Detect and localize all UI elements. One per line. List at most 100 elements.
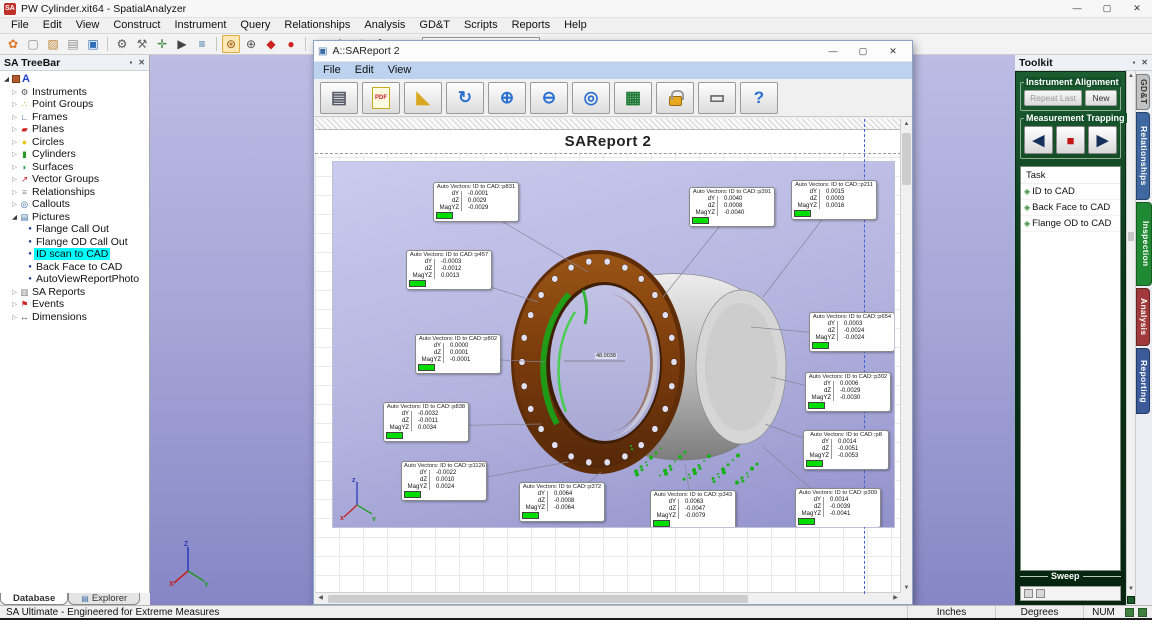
expand-icon[interactable]: ▷	[10, 88, 19, 96]
callout-p1126[interactable]: Auto Vectors: ID to CAD::p1126dY-0.0022d…	[401, 461, 487, 501]
callout-p457[interactable]: Auto Vectors: ID to CAD::p457dY-0.0003dZ…	[406, 250, 492, 290]
zoom-in-button[interactable]: ⊕	[488, 82, 526, 114]
pdf-export-button[interactable]: PDF	[362, 82, 400, 114]
scroll-up-icon[interactable]: ▲	[901, 119, 912, 130]
scroll-down-icon[interactable]: ▼	[901, 583, 912, 594]
expand-icon[interactable]: ▷	[10, 113, 19, 121]
watch-window-button[interactable]: ⊛	[222, 35, 240, 53]
scroll-up-icon[interactable]: ▲	[1126, 71, 1137, 82]
vector-group-button[interactable]: ◆	[262, 35, 280, 53]
maximize-button[interactable]: ▢	[1092, 0, 1122, 17]
report-page[interactable]: SAReport 2	[315, 119, 901, 594]
menu-reports[interactable]: Reports	[505, 18, 558, 33]
expand-icon[interactable]: ▷	[10, 300, 19, 308]
tree-item-relationships[interactable]: ▷≡Relationships	[10, 186, 149, 199]
expand-icon[interactable]: ▷	[10, 288, 19, 296]
excel-export-button[interactable]: ▦	[614, 82, 652, 114]
task-item-id-to-cad[interactable]: ◈ID to CAD	[1021, 184, 1120, 200]
menu-help[interactable]: Help	[557, 18, 594, 33]
pin-icon[interactable]: ▪	[129, 58, 132, 67]
scroll-thumb[interactable]	[1128, 232, 1134, 241]
expand-icon[interactable]: ▷	[10, 200, 19, 208]
new-file-button[interactable]: ▢	[24, 35, 42, 53]
next-task-button[interactable]: ▶	[1088, 126, 1117, 154]
tree-item-id-scan-to-cad[interactable]: ●ID scan to CAD	[26, 248, 149, 261]
unlock-button[interactable]	[656, 82, 694, 114]
tree-item-vector-groups[interactable]: ▷↗Vector Groups	[10, 173, 149, 186]
previous-task-button[interactable]: ◀	[1024, 126, 1053, 154]
side-tab-inspection[interactable]: Inspection	[1136, 202, 1152, 286]
close-button[interactable]: ✕	[1122, 0, 1152, 17]
open-file-button[interactable]: ▨	[44, 35, 62, 53]
tree-item-back-face-to-cad[interactable]: ●Back Face to CAD	[26, 261, 149, 274]
report-maximize-button[interactable]: ▢	[848, 43, 878, 60]
report-vertical-scrollbar[interactable]: ▲ ▼	[900, 119, 912, 594]
open-project-button[interactable]: ✿	[4, 35, 22, 53]
import-file-button[interactable]: ▤	[64, 35, 82, 53]
side-tab-reporting[interactable]: Reporting	[1136, 348, 1150, 414]
callout-p654[interactable]: Auto Vectors: ID to CAD::p654dY0.0003dZ-…	[809, 312, 895, 352]
minimize-button[interactable]: —	[1062, 0, 1092, 17]
tree-item-point-groups[interactable]: ▷∴Point Groups	[10, 98, 149, 111]
scroll-right-icon[interactable]: ▶	[890, 593, 901, 604]
help-button[interactable]: ?	[740, 82, 778, 114]
report-horizontal-scrollbar[interactable]: ◀ ▶	[315, 592, 901, 604]
run-measurement-button[interactable]: ▶	[173, 35, 191, 53]
callout-p391[interactable]: Auto Vectors: ID to CAD::p391dY0.0040dZ0…	[689, 187, 775, 227]
expand-icon[interactable]: ▷	[10, 100, 19, 108]
ruler-button[interactable]: ◣	[404, 82, 442, 114]
task-item-flange-od-to-cad[interactable]: ◈Flange OD to CAD	[1021, 216, 1120, 232]
report-minimize-button[interactable]: —	[818, 43, 848, 60]
repeat-last-button[interactable]: Repeat Last	[1024, 90, 1082, 106]
menu-edit[interactable]: Edit	[36, 18, 69, 33]
expand-icon[interactable]: ▷	[10, 125, 19, 133]
report-close-button[interactable]: ✕	[878, 43, 908, 60]
tree-item-cylinders[interactable]: ▷▮Cylinders	[10, 148, 149, 161]
point-cloud-button[interactable]: ●	[282, 35, 300, 53]
scroll-down-icon[interactable]: ▼	[1126, 584, 1137, 595]
tree-item-planes[interactable]: ▷▰Planes	[10, 123, 149, 136]
menu-view[interactable]: View	[381, 63, 419, 78]
toolkit-scrollbar[interactable]: ▲ ▼	[1126, 71, 1136, 605]
tree-item-instruments[interactable]: ▷⚙Instruments	[10, 86, 149, 99]
pin-icon[interactable]: ▪	[1132, 58, 1135, 67]
menu-instrument[interactable]: Instrument	[167, 18, 233, 33]
side-tab-relationships[interactable]: Relationships	[1136, 112, 1150, 200]
tree-item-events[interactable]: ▷⚑Events	[10, 298, 149, 311]
tool-button[interactable]	[1024, 589, 1033, 598]
side-tab-analysis[interactable]: Analysis	[1136, 288, 1150, 346]
dock-tab-database[interactable]: Database	[0, 593, 68, 605]
tree-item-circles[interactable]: ▷●Circles	[10, 136, 149, 149]
caption-box-button[interactable]: ▭	[698, 82, 736, 114]
tree-item-sa-reports[interactable]: ▷▥SA Reports	[10, 286, 149, 299]
stop-trapping-button[interactable]: ■	[1056, 126, 1085, 154]
expand-icon[interactable]: ◢	[10, 213, 19, 221]
menu-file[interactable]: File	[4, 18, 36, 33]
close-icon[interactable]: ✕	[1141, 58, 1148, 67]
callout-p8[interactable]: Auto Vectors: ID to CAD::p8dY0.0014dZ-0.…	[803, 430, 889, 470]
tree-item-surfaces[interactable]: ▷◗Surfaces	[10, 161, 149, 174]
menu-scripts[interactable]: Scripts	[457, 18, 505, 33]
callout-p802[interactable]: Auto Vectors: ID to CAD::p802dY0.0000dZ0…	[415, 334, 501, 374]
frame-wizard-button[interactable]: ⊕	[242, 35, 260, 53]
expand-icon[interactable]: ▷	[10, 313, 19, 321]
callout-p372[interactable]: Auto Vectors: ID to CAD::p372dY0.0064dZ-…	[519, 482, 605, 522]
print-button[interactable]: ▤	[320, 82, 358, 114]
menu-edit[interactable]: Edit	[348, 63, 381, 78]
callout-p838[interactable]: Auto Vectors: ID to CAD::p838dY-0.0032dZ…	[383, 402, 469, 442]
zoom-region-button[interactable]: ◎	[572, 82, 610, 114]
tree-item-autoviewreportphoto[interactable]: ●AutoViewReportPhoto	[26, 273, 149, 286]
tree-item-flange-od-call-out[interactable]: ●Flange OD Call Out	[26, 236, 149, 249]
callout-p309[interactable]: Auto Vectors: ID to CAD::p309dY0.0014dZ-…	[795, 488, 881, 528]
scroll-left-icon[interactable]: ◀	[315, 593, 326, 604]
callout-p831[interactable]: Auto Vectors: ID to CAD::p831dY-0.0001dZ…	[433, 182, 519, 222]
tree-item-flange-call-out[interactable]: ●Flange Call Out	[26, 223, 149, 236]
add-instrument-button[interactable]: ✛	[153, 35, 171, 53]
tree-item-callouts[interactable]: ▷◎Callouts	[10, 198, 149, 211]
scroll-thumb[interactable]	[328, 595, 748, 603]
callout-p343[interactable]: Auto Vectors: ID to CAD::p343dY0.0063dZ-…	[650, 490, 736, 528]
tree-item-frames[interactable]: ▷∟Frames	[10, 111, 149, 124]
scroll-thumb[interactable]	[902, 133, 911, 185]
menu-analysis[interactable]: Analysis	[357, 18, 412, 33]
expand-icon[interactable]: ▷	[10, 188, 19, 196]
